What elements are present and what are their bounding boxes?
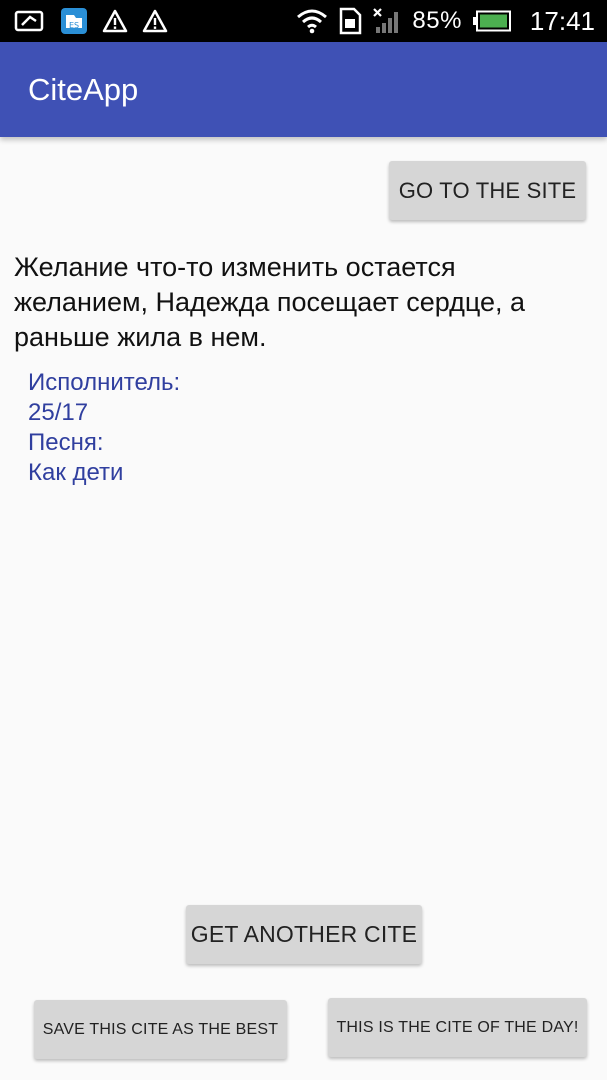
- sd-card-icon: [338, 7, 362, 35]
- battery-percent: 85%: [412, 7, 462, 34]
- wifi-icon: [296, 8, 328, 34]
- app-notification-icon: ES: [60, 7, 88, 35]
- get-another-cite-button[interactable]: GET ANOTHER CITE: [186, 905, 422, 964]
- app-bar: CiteApp: [0, 42, 607, 137]
- notification-icon: [14, 9, 46, 33]
- artist-value: 25/17: [28, 399, 89, 426]
- clock: 17:41: [529, 5, 595, 36]
- signal-icon: [372, 7, 402, 35]
- cite-text: Желание что-то изменить остается желание…: [14, 252, 526, 352]
- go-to-site-button[interactable]: GO TO THE SITE: [389, 161, 586, 220]
- status-bar: ES 85% 17:41: [0, 0, 607, 42]
- battery-icon: [472, 10, 512, 32]
- save-best-button[interactable]: SAVE THIS CITE AS THE BEST: [34, 1000, 287, 1059]
- artist-label: Исполнитель:: [28, 369, 181, 396]
- status-left-icons: ES: [14, 0, 168, 42]
- app-title: CiteApp: [28, 72, 139, 107]
- warning-icon: [142, 9, 168, 33]
- cite-of-day-button[interactable]: THIS IS THE CITE OF THE DAY!: [328, 998, 587, 1057]
- song-label: Песня:: [28, 429, 104, 456]
- svg-text:ES: ES: [69, 21, 79, 30]
- status-right-icons: 85% 17:41: [296, 0, 595, 42]
- warning-icon: [102, 9, 128, 33]
- song-value: Как дети: [28, 459, 124, 486]
- cite-meta: Исполнитель: 25/17 Песня: Как дети: [28, 368, 180, 488]
